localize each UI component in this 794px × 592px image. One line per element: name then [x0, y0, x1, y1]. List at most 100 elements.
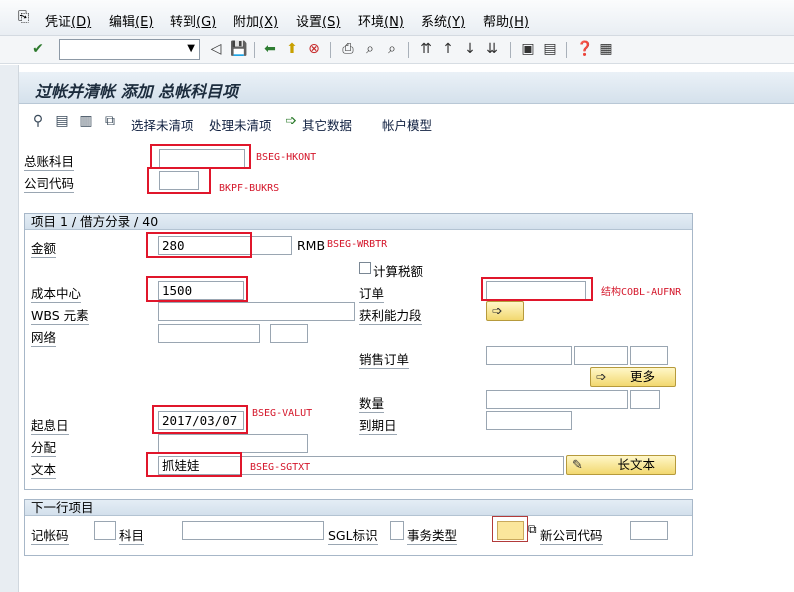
create-session-icon[interactable]: ▣	[520, 41, 536, 57]
account-model-button[interactable]: 帐户模型	[382, 115, 432, 134]
back-icon[interactable]: ⬅	[262, 41, 278, 57]
assignment-label: 分配	[31, 437, 57, 457]
find-icon[interactable]: ⌕	[362, 41, 378, 57]
order-highlight	[481, 277, 593, 301]
amount-label: 金额	[31, 238, 57, 258]
next-page-icon[interactable]: ↓	[462, 41, 478, 57]
network-field[interactable]	[158, 324, 260, 343]
select-open-items-button[interactable]: 选择未清项	[131, 115, 194, 134]
wbs-element-field[interactable]	[158, 302, 355, 321]
other-data-button[interactable]: 其它数据	[302, 115, 352, 134]
display-document-icon[interactable]: ▤	[54, 113, 70, 129]
back-triangle-icon[interactable]: ◁	[208, 41, 224, 57]
cost-center-highlight	[146, 276, 248, 302]
exit-icon[interactable]: ⬆	[284, 41, 300, 57]
amount-annotation: BSEG-WRBTR	[327, 239, 388, 250]
enter-checkmark-icon[interactable]: ✔	[30, 41, 46, 57]
menu-icon[interactable]: ⎘	[18, 9, 29, 25]
application-toolbar: ⚲ ▤ ▥ ⧉ 选择未清项 处理未清项 ➩ 其它数据 帐户模型	[19, 106, 794, 138]
shortcut-icon[interactable]: ▤	[542, 41, 558, 57]
page-title: 过帐并清帐 添加 总帐科目项	[35, 82, 239, 101]
account-field[interactable]	[182, 521, 324, 540]
previous-page-icon[interactable]: ↑	[440, 41, 456, 57]
toolbar-separator	[510, 42, 511, 58]
toolbar-separator	[408, 42, 409, 58]
order-label: 订单	[359, 283, 385, 303]
company-code-highlight	[147, 167, 211, 194]
transaction-type-focus-box	[492, 516, 528, 542]
toolbar-separator	[330, 42, 331, 58]
network-activity-field[interactable]	[270, 324, 308, 343]
arrow-right-icon: ➩	[492, 304, 503, 319]
order-annotation: 结构COBL-AUFNR	[601, 287, 682, 298]
menu-extras[interactable]: 附加(X)	[233, 11, 278, 30]
copy-small-icon[interactable]: ⧉	[528, 522, 537, 537]
title-bar: 过帐并清帐 添加 总帐科目项	[19, 72, 794, 104]
process-open-items-button[interactable]: 处理未清项	[209, 115, 272, 134]
sales-order-schedule-field[interactable]	[630, 346, 668, 365]
long-text-button-label: 长文本	[617, 457, 655, 472]
standard-toolbar: ✔ ▼ ◁ 💾 ⬅ ⬆ ⊗ ⎙ ⌕ ⌕ ⇈ ↑ ↓ ⇊ ▣ ▤ ❓ ▦	[0, 36, 794, 64]
last-page-icon[interactable]: ⇊	[484, 41, 500, 57]
account-label: 科目	[119, 525, 145, 545]
toolbar-separator	[566, 42, 567, 58]
menu-edit[interactable]: 编辑(E)	[109, 11, 153, 30]
next-item-group-title: 下一行项目	[25, 500, 692, 516]
unit-field[interactable]	[630, 390, 660, 409]
posting-key-field[interactable]	[94, 521, 116, 540]
other-data-arrow-icon[interactable]: ➩	[283, 113, 299, 129]
item-group-title: 项目 1 / 借方分录 / 40	[25, 214, 692, 230]
first-page-icon[interactable]: ⇈	[418, 41, 434, 57]
assignment-field[interactable]	[158, 434, 308, 453]
layout-menu-icon[interactable]: ▦	[598, 41, 614, 57]
pencil-note-icon: ✎	[572, 458, 583, 473]
quantity-label: 数量	[359, 393, 385, 413]
cancel-icon[interactable]: ⊗	[306, 41, 322, 57]
profitability-segment-button[interactable]: ➩	[486, 301, 524, 321]
find-next-icon[interactable]: ⌕	[384, 41, 400, 57]
menu-settings[interactable]: 设置(S)	[296, 11, 340, 30]
cost-center-label: 成本中心	[31, 283, 82, 303]
text-annotation: BSEG-SGTXT	[250, 462, 311, 473]
new-company-code-field[interactable]	[630, 521, 668, 540]
due-date-field[interactable]	[486, 411, 572, 430]
wbs-element-label: WBS 元素	[31, 305, 89, 325]
calculate-tax-checkbox[interactable]	[359, 262, 371, 274]
help-icon[interactable]: ❓	[576, 41, 593, 57]
sales-order-item-field[interactable]	[574, 346, 628, 365]
menu-help[interactable]: 帮助(H)	[483, 11, 529, 30]
menu-environment[interactable]: 环境(N)	[358, 11, 404, 30]
person-icon[interactable]: ⚲	[30, 113, 46, 129]
sgl-indicator-label: SGL标识	[328, 525, 378, 545]
command-field[interactable]: ▼	[59, 39, 200, 60]
toolbar-separator	[254, 42, 255, 58]
menu-document[interactable]: 凭证(D)	[45, 11, 91, 30]
long-text-button[interactable]: ✎ 长文本	[566, 455, 676, 475]
gl-account-label: 总账科目	[24, 151, 75, 171]
arrow-right-icon: ➩	[596, 370, 607, 385]
menu-system[interactable]: 系统(Y)	[421, 11, 465, 30]
print-icon[interactable]: ⎙	[340, 41, 356, 57]
new-company-code-label: 新公司代码	[540, 525, 603, 545]
transaction-type-label: 事务类型	[407, 525, 458, 545]
overview-icon[interactable]: ▥	[78, 113, 94, 129]
quantity-field[interactable]	[486, 390, 628, 409]
profitability-segment-label: 获利能力段	[359, 305, 422, 325]
amount-highlight	[146, 232, 252, 258]
company-code-label: 公司代码	[24, 173, 75, 193]
chevron-down-icon[interactable]: ▼	[187, 43, 195, 54]
calculate-tax-label: 计算税额	[373, 264, 424, 279]
menu-goto[interactable]: 转到(G)	[170, 11, 216, 30]
more-button[interactable]: ➩ 更多	[590, 367, 676, 387]
save-icon[interactable]: 💾	[230, 41, 247, 57]
sales-order-field[interactable]	[486, 346, 572, 365]
network-label: 网络	[31, 327, 57, 347]
currency-label: RMB	[297, 238, 326, 253]
sgl-indicator-field[interactable]	[390, 521, 404, 540]
more-button-label: 更多	[629, 369, 655, 384]
text-highlight	[146, 452, 242, 477]
posting-key-label: 记帐码	[31, 525, 69, 545]
menu-bar: ⎘ 凭证(D) 编辑(E) 转到(G) 附加(X) 设置(S) 环境(N) 系统…	[0, 0, 794, 36]
value-date-label: 起息日	[31, 415, 69, 435]
copy-icon[interactable]: ⧉	[102, 113, 118, 129]
